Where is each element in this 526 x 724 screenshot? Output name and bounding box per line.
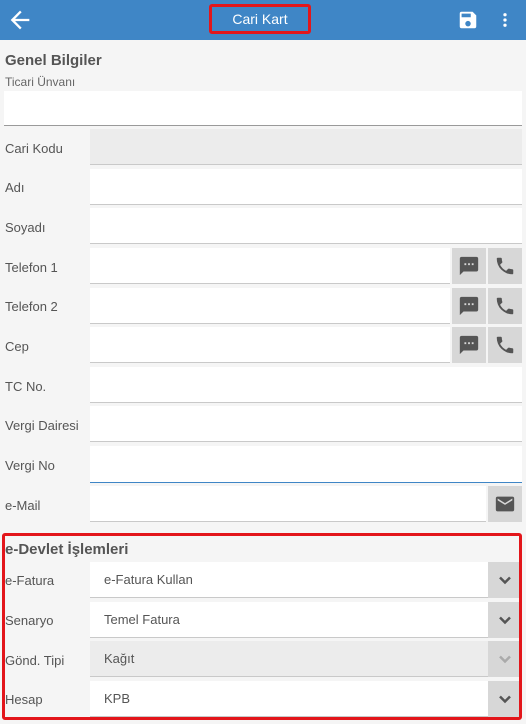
vergi-dairesi-label: Vergi Dairesi xyxy=(5,418,79,433)
vergi-no-label: Vergi No xyxy=(5,458,55,473)
tc-no-input[interactable] xyxy=(90,367,522,403)
more-vert-icon[interactable] xyxy=(496,8,514,32)
section-title-edevlet: e-Devlet İşlemleri xyxy=(5,541,129,558)
gond-tipi-label: Gönd. Tipi xyxy=(5,653,65,668)
soyadi-label: Soyadı xyxy=(5,220,46,235)
email-label: e-Mail xyxy=(5,498,41,513)
adi-label: Adı xyxy=(5,180,25,195)
cari-kodu-input xyxy=(90,129,522,165)
email-input[interactable] xyxy=(90,486,486,522)
gond-tipi-select: Kağıt xyxy=(90,641,522,677)
section-title-general: Genel Bilgiler xyxy=(5,52,102,69)
adi-input[interactable] xyxy=(90,169,522,205)
app-bar: Cari Kart xyxy=(0,0,526,40)
telefon2-label: Telefon 2 xyxy=(5,299,58,314)
chevron-down-icon xyxy=(488,641,522,677)
telefon2-input[interactable] xyxy=(90,288,450,324)
telefon2-sms-button[interactable] xyxy=(452,288,486,324)
cep-call-button[interactable] xyxy=(488,327,522,363)
cari-kodu-label: Cari Kodu xyxy=(5,141,63,156)
email-send-button[interactable] xyxy=(488,486,522,522)
efatura-select[interactable]: e-Fatura Kullan xyxy=(90,562,522,598)
chevron-down-icon xyxy=(488,681,522,717)
chevron-down-icon xyxy=(488,602,522,638)
telefon1-sms-button[interactable] xyxy=(452,248,486,284)
trade-name-label: Ticari Ünvanı xyxy=(5,75,76,89)
efatura-label: e-Fatura xyxy=(5,573,55,588)
cep-label: Cep xyxy=(5,339,29,354)
senaryo-label: Senaryo xyxy=(5,613,54,628)
phone-icon xyxy=(496,257,514,275)
trade-name-input[interactable] xyxy=(4,91,522,126)
chevron-down-icon xyxy=(488,562,522,598)
tc-no-label: TC No. xyxy=(5,379,47,394)
mail-icon xyxy=(495,496,515,512)
efatura-value: e-Fatura Kullan xyxy=(104,572,193,587)
telefon1-call-button[interactable] xyxy=(488,248,522,284)
senaryo-select[interactable]: Temel Fatura xyxy=(90,602,522,638)
senaryo-value: Temel Fatura xyxy=(104,612,180,627)
telefon1-label: Telefon 1 xyxy=(5,260,58,275)
hesap-select[interactable]: KPB xyxy=(90,681,522,717)
hesap-label: Hesap xyxy=(5,692,43,707)
phone-icon xyxy=(496,336,514,354)
vergi-dairesi-input[interactable] xyxy=(90,406,522,442)
sms-icon xyxy=(459,256,479,276)
cep-sms-button[interactable] xyxy=(452,327,486,363)
page-title: Cari Kart xyxy=(209,4,311,34)
phone-icon xyxy=(496,297,514,315)
sms-icon xyxy=(459,335,479,355)
telefon2-call-button[interactable] xyxy=(488,288,522,324)
sms-icon xyxy=(459,296,479,316)
back-arrow-icon[interactable] xyxy=(6,6,34,34)
hesap-value: KPB xyxy=(104,691,131,706)
save-icon[interactable] xyxy=(457,9,479,31)
telefon1-input[interactable] xyxy=(90,248,450,284)
cep-input[interactable] xyxy=(90,327,450,363)
soyadi-input[interactable] xyxy=(90,208,522,244)
gond-tipi-value: Kağıt xyxy=(104,651,135,666)
vergi-no-input[interactable] xyxy=(90,446,522,483)
